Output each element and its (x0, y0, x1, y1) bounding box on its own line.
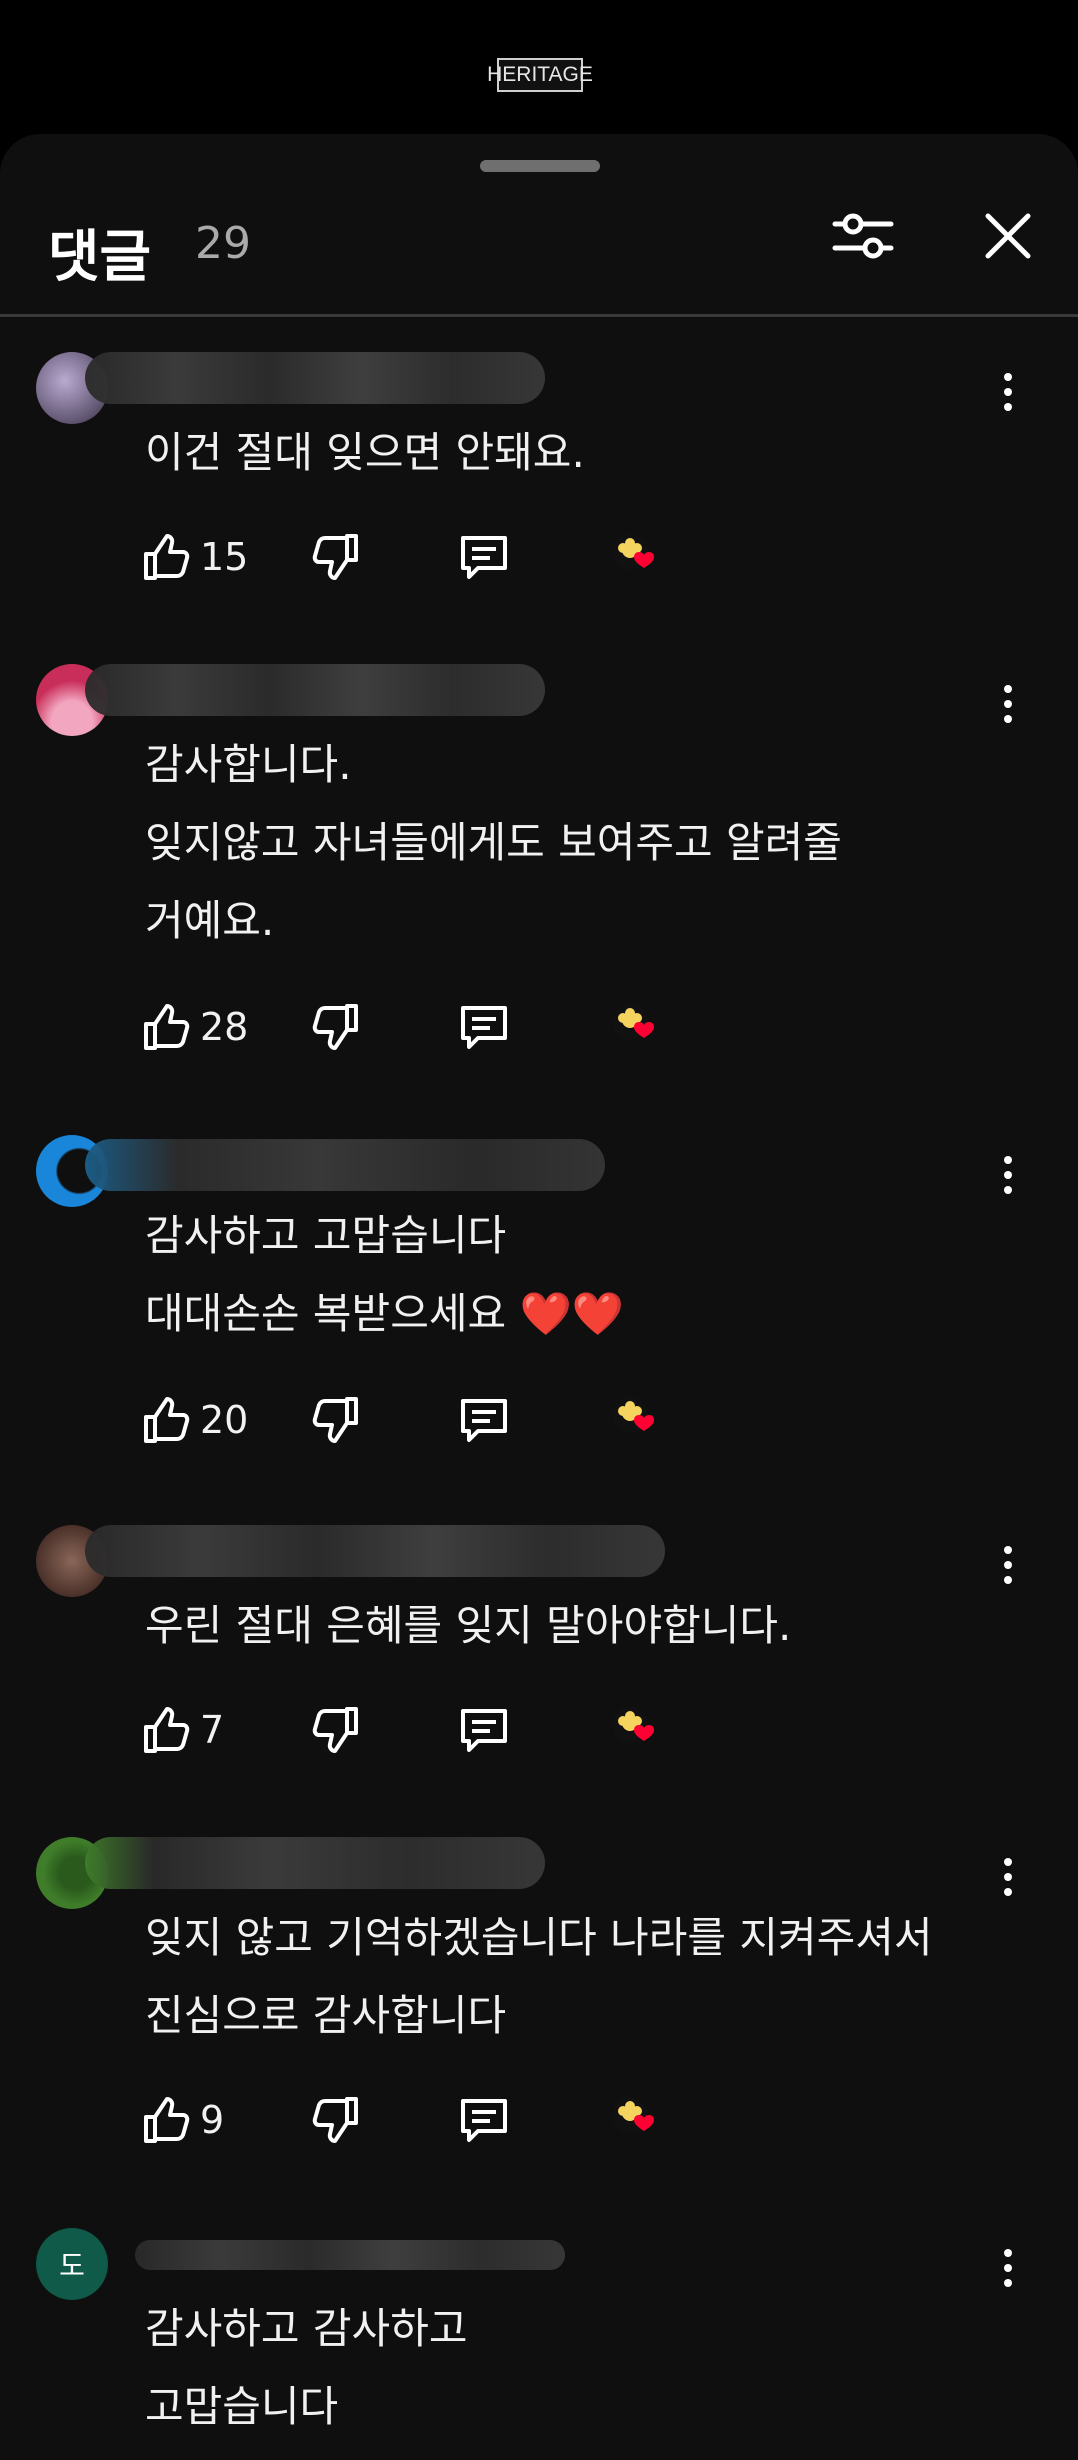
reply-icon (461, 1399, 507, 1442)
reply-button[interactable] (458, 1385, 510, 1455)
creator-heart-icon (608, 1385, 668, 1455)
like-count: 9 (200, 2098, 225, 2142)
comment-actions: 20 (140, 1385, 700, 1455)
comment-actions: 7 (140, 1695, 700, 1765)
thumbs-up-icon (144, 534, 190, 580)
creator-heart-icon (608, 1695, 668, 1765)
author-name-blurred[interactable] (85, 1139, 605, 1191)
comments-title: 댓글 (48, 225, 152, 290)
comment-text: 감사하고 감사하고 고맙습니다 (145, 2304, 468, 2431)
like-button[interactable]: 9 (140, 2085, 224, 2155)
like-count: 15 (200, 535, 249, 579)
creator-heart-icon (608, 522, 668, 592)
dislike-button[interactable] (312, 1385, 362, 1455)
reply-icon (461, 1709, 507, 1752)
thumbs-up-icon (144, 2097, 190, 2143)
filter-sliders-icon[interactable] (823, 196, 903, 276)
reply-button[interactable] (458, 992, 510, 1062)
like-count: 7 (200, 1708, 225, 1752)
like-count: 20 (200, 1398, 249, 1442)
thumbs-up-icon (144, 1707, 190, 1753)
author-name-blurred[interactable] (135, 2240, 565, 2270)
reply-icon (461, 1006, 507, 1049)
thumbs-down-icon (312, 534, 358, 580)
reply-icon (461, 2099, 507, 2142)
avatar[interactable]: 도 (36, 2228, 108, 2300)
comment-actions: 9 (140, 2085, 700, 2155)
comment-text: 감사하고 고맙습니다 대대손손 복받으세요 ❤️❤️ (145, 1211, 625, 1338)
thumbs-down-icon (312, 1004, 358, 1050)
author-name-blurred[interactable] (85, 664, 545, 716)
author-name-blurred[interactable] (85, 1837, 545, 1889)
status-bar: HERITAGE (0, 0, 1078, 134)
thumbs-down-icon (312, 2097, 358, 2143)
comments-header: 댓글 29 (0, 194, 1078, 314)
dislike-button[interactable] (312, 522, 362, 592)
like-button[interactable]: 15 (140, 522, 248, 592)
comment-text: 우린 절대 은혜를 잊지 말아야합니다. (145, 1601, 792, 1650)
like-button[interactable]: 28 (140, 992, 248, 1062)
comments-count: 29 (195, 218, 251, 269)
like-button[interactable]: 20 (140, 1385, 248, 1455)
comment-actions: 28 (140, 992, 700, 1062)
like-button[interactable]: 7 (140, 1695, 224, 1765)
header-divider (0, 314, 1078, 317)
thumbs-up-icon (144, 1397, 190, 1443)
reply-button[interactable] (458, 522, 510, 592)
heritage-watermark: HERITAGE (487, 58, 593, 92)
close-icon[interactable] (968, 196, 1048, 276)
hearts-emoji: ❤️❤️ (519, 1289, 625, 1338)
reply-button[interactable] (458, 2085, 510, 2155)
comment-text: 감사합니다. 잊지않고 자녀들에게도 보여주고 알려줄 거예요. (145, 740, 842, 945)
creator-heart-icon (608, 992, 668, 1062)
reply-icon (461, 536, 507, 579)
author-name-blurred[interactable] (85, 1525, 665, 1577)
dislike-button[interactable] (312, 1695, 362, 1765)
like-count: 28 (200, 1005, 249, 1049)
comment-text: 이건 절대 잊으면 안돼요. (145, 428, 585, 477)
reply-button[interactable] (458, 1695, 510, 1765)
dislike-button[interactable] (312, 2085, 362, 2155)
creator-heart-icon (608, 2085, 668, 2155)
thumbs-down-icon (312, 1397, 358, 1443)
thumbs-up-icon (144, 1004, 190, 1050)
comment-actions: 15 (140, 522, 700, 592)
dislike-button[interactable] (312, 992, 362, 1062)
drag-handle[interactable] (480, 160, 600, 172)
thumbs-down-icon (312, 1707, 358, 1753)
comment-text: 잊지 않고 기억하겠습니다 나라를 지켜주셔서 진심으로 감사합니다 (145, 1913, 933, 2040)
author-name-blurred[interactable] (85, 352, 545, 404)
